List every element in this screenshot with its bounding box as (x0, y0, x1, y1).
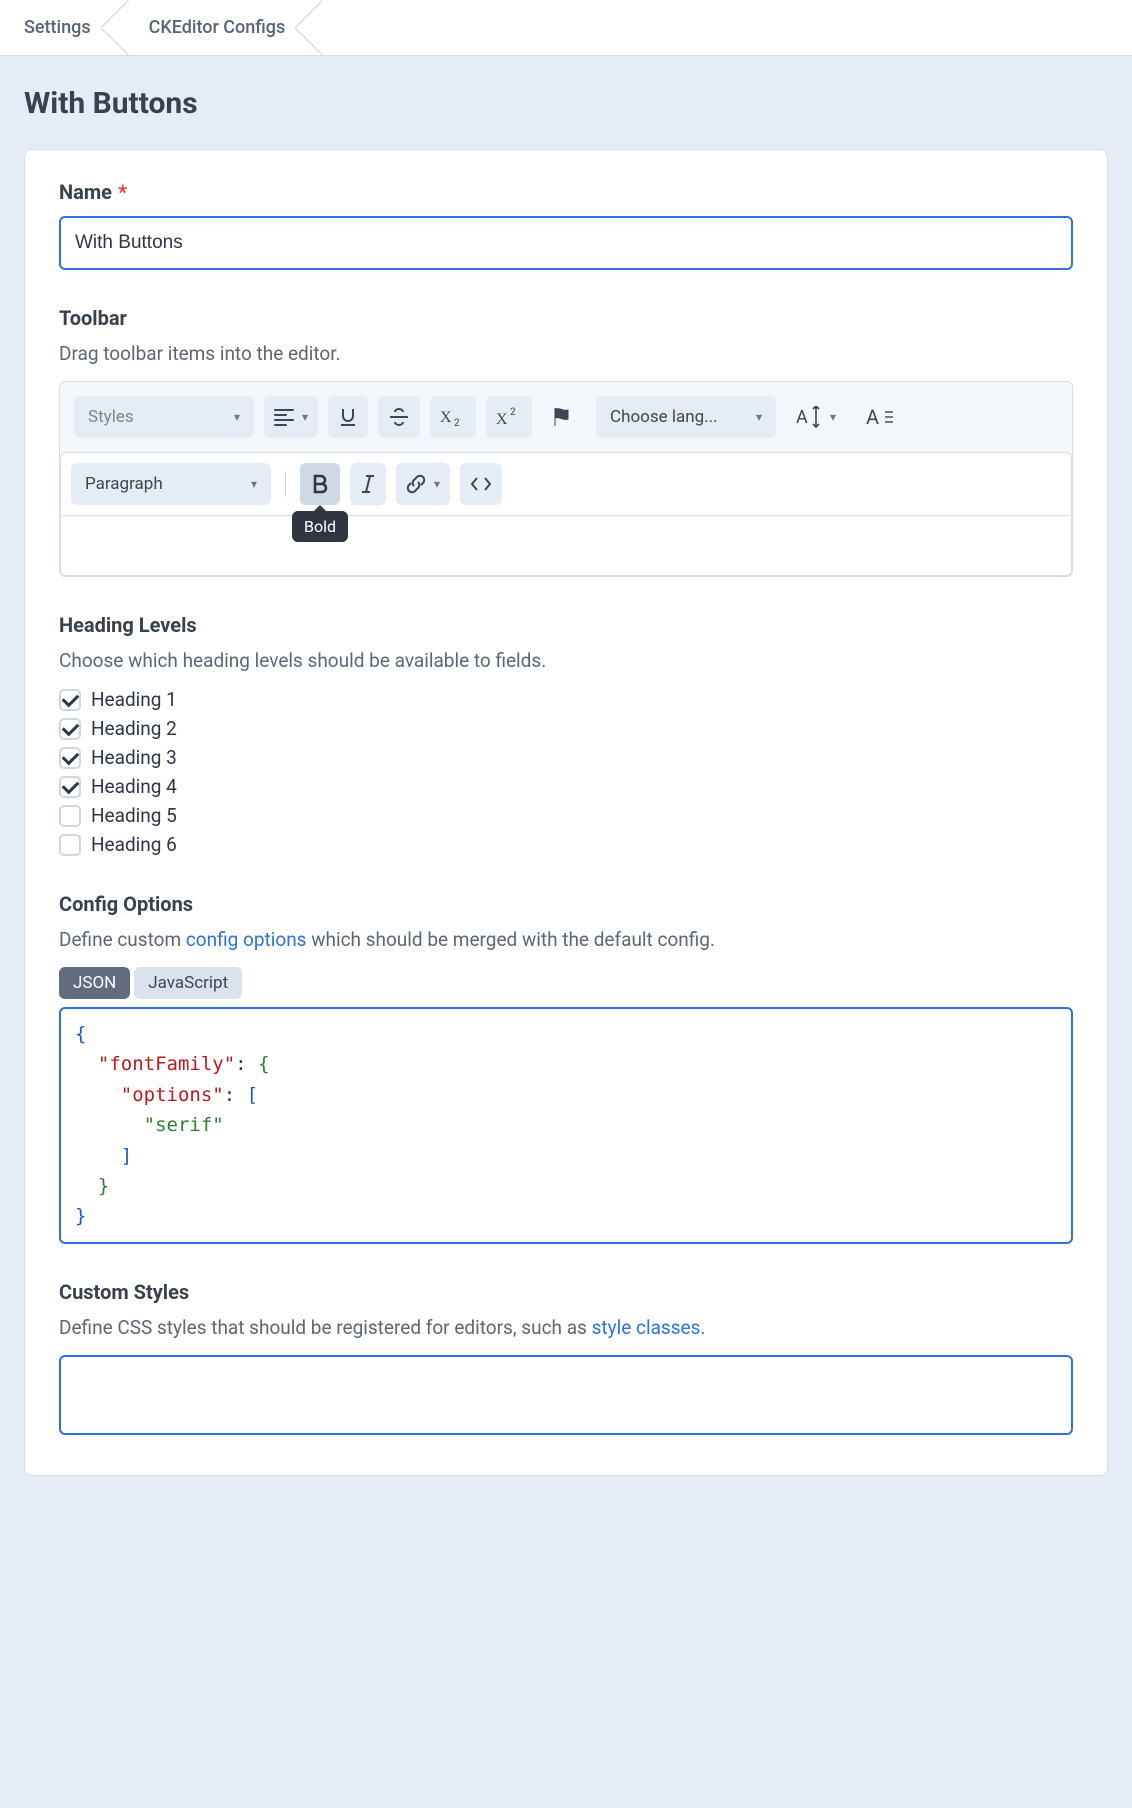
align-button[interactable]: ▾ (264, 396, 318, 438)
config-helper: Define custom config options which shoul… (59, 928, 1073, 951)
underline-button[interactable] (328, 396, 368, 438)
heading-checkbox-row[interactable]: Heading 5 (59, 804, 1073, 827)
subscript-button[interactable]: X2 (430, 396, 476, 438)
headings-helper: Choose which heading levels should be av… (59, 649, 1073, 672)
code-icon (470, 475, 492, 493)
checkbox[interactable] (59, 776, 81, 798)
font-size-icon: A (866, 406, 894, 428)
superscript-icon: X2 (496, 407, 522, 427)
language-dropdown[interactable]: Choose lang... ▾ (596, 396, 776, 438)
custom-styles-label: Custom Styles (59, 1280, 1073, 1304)
tab-javascript[interactable]: JavaScript (134, 967, 242, 999)
line-height-button[interactable]: A ▾ (786, 396, 846, 438)
config-code-editor[interactable]: { "fontFamily": { "options": [ "serif" ]… (59, 1007, 1073, 1244)
toolbar-separator (285, 471, 286, 497)
superscript-button[interactable]: X2 (486, 396, 532, 438)
svg-text:A: A (796, 407, 808, 428)
editor-body[interactable] (60, 516, 1072, 576)
checkbox-label: Heading 2 (91, 717, 177, 740)
heading-checkbox-row[interactable]: Heading 2 (59, 717, 1073, 740)
heading-checklist: Heading 1 Heading 2 Heading 3 Heading 4 Head… (59, 688, 1073, 856)
breadcrumb-item-settings[interactable]: Settings (0, 0, 115, 55)
chevron-down-icon: ▾ (302, 410, 308, 424)
svg-text:X: X (496, 411, 508, 427)
chevron-down-icon: ▾ (434, 477, 440, 491)
source-button[interactable] (460, 463, 502, 505)
custom-styles-helper: Define CSS styles that should be registe… (59, 1316, 1073, 1339)
checkbox[interactable] (59, 834, 81, 856)
checkbox[interactable] (59, 689, 81, 711)
config-options-link[interactable]: config options (186, 928, 307, 951)
align-left-icon (274, 408, 294, 426)
chevron-down-icon: ▾ (251, 477, 257, 491)
name-label: Name* (59, 180, 1073, 204)
bold-button[interactable] (300, 463, 340, 505)
link-button[interactable]: ▾ (396, 463, 450, 505)
line-height-icon: A (796, 406, 822, 428)
flag-icon (552, 406, 576, 428)
checkbox-label: Heading 1 (91, 688, 177, 711)
strike-button[interactable] (378, 396, 420, 438)
style-classes-link[interactable]: style classes (592, 1316, 701, 1339)
styles-dropdown[interactable]: Styles ▾ (74, 396, 254, 438)
page-title: With Buttons (24, 86, 1108, 121)
toolbar-editor: Styles ▾ ▾ (59, 381, 1073, 577)
svg-text:2: 2 (510, 407, 516, 418)
breadcrumb: Settings CKEditor Configs (0, 0, 1132, 56)
underline-icon (338, 407, 358, 427)
tab-json[interactable]: JSON (59, 967, 130, 999)
paragraph-dropdown[interactable]: Paragraph ▾ (71, 463, 271, 505)
flag-button[interactable] (542, 396, 586, 438)
toolbar-label: Toolbar (59, 306, 1073, 330)
checkbox-label: Heading 4 (91, 775, 177, 798)
svg-text:X: X (440, 409, 452, 426)
checkbox[interactable] (59, 718, 81, 740)
strikethrough-icon (388, 407, 410, 427)
heading-checkbox-row[interactable]: Heading 1 (59, 688, 1073, 711)
checkbox-label: Heading 6 (91, 833, 177, 856)
font-size-button[interactable]: A (856, 396, 904, 438)
heading-checkbox-row[interactable]: Heading 3 (59, 746, 1073, 769)
checkbox[interactable] (59, 805, 81, 827)
config-label: Config Options (59, 892, 1073, 916)
chevron-down-icon: ▾ (234, 410, 240, 424)
custom-styles-editor[interactable] (59, 1355, 1073, 1435)
form-card: Name* Toolbar Drag toolbar items into th… (24, 149, 1108, 1476)
chevron-down-icon: ▾ (756, 410, 762, 424)
headings-label: Heading Levels (59, 613, 1073, 637)
bold-icon (310, 474, 330, 494)
checkbox[interactable] (59, 747, 81, 769)
subscript-icon: X2 (440, 407, 466, 427)
italic-button[interactable] (350, 463, 386, 505)
svg-text:2: 2 (454, 418, 460, 427)
bold-tooltip: Bold (292, 511, 348, 542)
breadcrumb-item-ckeditor[interactable]: CKEditor Configs (115, 0, 310, 55)
toolbar-helper: Drag toolbar items into the editor. (59, 342, 1073, 365)
required-indicator: * (118, 180, 127, 204)
svg-text:A: A (866, 406, 879, 428)
link-icon (406, 474, 426, 494)
checkbox-label: Heading 3 (91, 746, 177, 769)
heading-checkbox-row[interactable]: Heading 4 (59, 775, 1073, 798)
checkbox-label: Heading 5 (91, 804, 177, 827)
italic-icon (360, 474, 376, 494)
name-input[interactable] (59, 216, 1073, 270)
heading-checkbox-row[interactable]: Heading 6 (59, 833, 1073, 856)
chevron-down-icon: ▾ (830, 410, 836, 424)
